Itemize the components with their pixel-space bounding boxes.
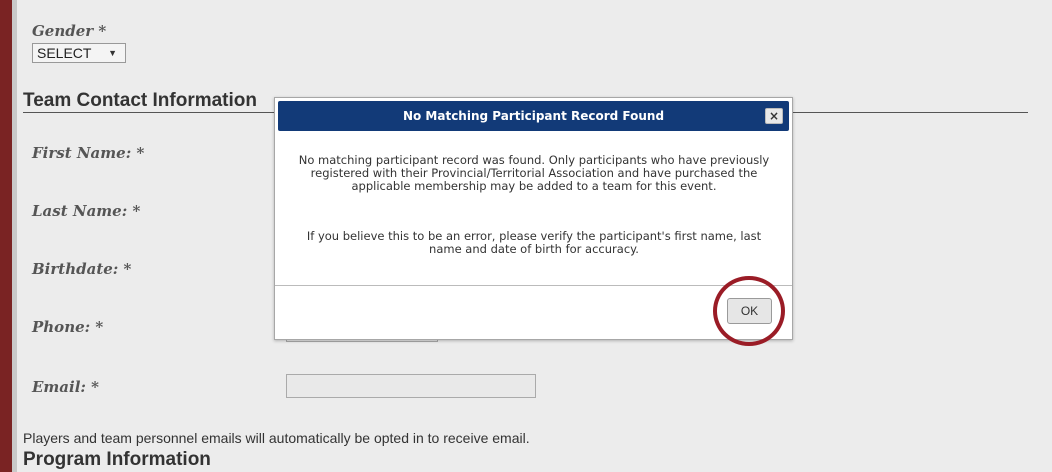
last-name-label: Last Name: *: [32, 202, 141, 220]
dialog-divider: [275, 285, 792, 286]
dialog-message-primary: No matching participant record was found…: [298, 153, 770, 193]
page-left-border: [0, 0, 12, 472]
first-name-label: First Name: *: [32, 144, 145, 162]
email-label: Email: *: [32, 378, 100, 396]
birthdate-label: Birthdate: *: [32, 260, 132, 278]
gender-select-value: SELECT: [37, 45, 92, 61]
email-opt-in-note: Players and team personnel emails will a…: [23, 430, 530, 446]
gender-select[interactable]: SELECT ▼: [32, 43, 126, 63]
chevron-down-icon: ▼: [108, 48, 117, 58]
close-icon[interactable]: ×: [765, 108, 783, 124]
email-input[interactable]: [286, 374, 536, 398]
dialog-titlebar: No Matching Participant Record Found ×: [278, 101, 789, 131]
dialog-message-secondary: If you believe this to be an error, plea…: [306, 229, 762, 256]
dialog-title: No Matching Participant Record Found: [402, 109, 665, 123]
phone-label: Phone: *: [32, 318, 104, 336]
program-information-heading: Program Information: [23, 449, 211, 470]
team-contact-heading: Team Contact Information: [23, 90, 257, 111]
gender-label: Gender *: [32, 22, 107, 40]
ok-button-highlight-circle: [713, 276, 785, 346]
